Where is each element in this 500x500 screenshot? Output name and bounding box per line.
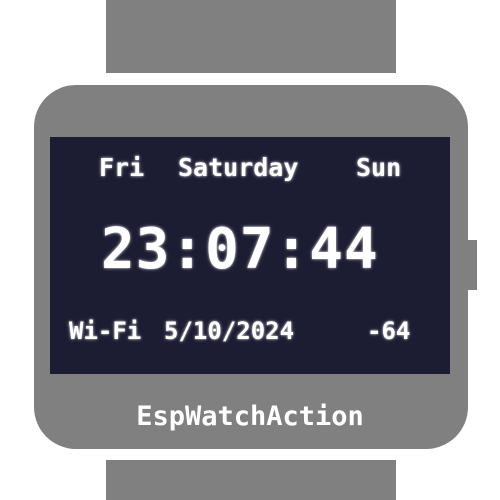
next-day-label: Sun xyxy=(356,153,402,182)
wifi-label: Wi-Fi xyxy=(69,317,142,345)
signal-strength-value: -64 xyxy=(367,317,411,345)
watch-stage: Fri Saturday Sun 23:07:44 Wi-Fi 5/10/202… xyxy=(0,0,500,500)
watch-strap-top xyxy=(106,0,396,73)
time-display: 23:07:44 xyxy=(101,217,379,282)
current-day-label: Saturday xyxy=(178,153,299,182)
watch-crown-button[interactable] xyxy=(463,240,477,290)
brand-label: EspWatchAction xyxy=(136,401,364,432)
date-display: 5/10/2024 xyxy=(164,317,295,345)
previous-day-label: Fri xyxy=(99,153,145,182)
watch-strap-bottom xyxy=(106,460,396,500)
